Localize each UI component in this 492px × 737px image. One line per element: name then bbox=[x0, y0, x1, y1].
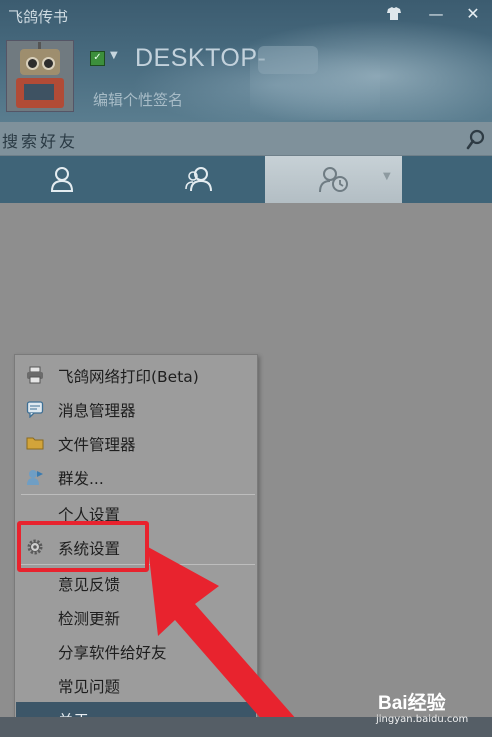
avatar[interactable] bbox=[6, 40, 74, 112]
menu-divider bbox=[21, 494, 255, 495]
menu-item-file-manager[interactable]: 文件管理器 bbox=[16, 426, 256, 460]
watermark: Bai经验 jingyan.baidu.com bbox=[374, 686, 490, 732]
menu-item-label: 意见反馈 bbox=[58, 576, 121, 594]
menu-item-label: 飞鸽网络打印(Beta) bbox=[58, 368, 199, 386]
tab-recent[interactable]: ▼ bbox=[265, 156, 402, 203]
menu-item-broadcast[interactable]: 群发... bbox=[16, 460, 256, 494]
search-bar: 搜索好友 bbox=[0, 122, 492, 156]
printer-icon bbox=[27, 366, 43, 384]
robot-body bbox=[16, 78, 64, 108]
menu-item-label: 消息管理器 bbox=[58, 402, 136, 420]
annotation-highlight-box bbox=[17, 521, 149, 572]
robot-eye bbox=[26, 57, 39, 70]
menu-item-share-software[interactable]: 分享软件给好友 bbox=[16, 634, 256, 668]
menu-item-message-manager[interactable]: 消息管理器 bbox=[16, 392, 256, 426]
menu-item-label: 分享软件给好友 bbox=[58, 644, 167, 662]
people-icon bbox=[185, 167, 212, 192]
message-icon bbox=[26, 401, 44, 418]
recent-contacts-icon bbox=[319, 167, 348, 193]
tab-bar: ▼ bbox=[0, 156, 492, 203]
app-window: 飞鸽传书 — ✕ ✓ ▼ DESKTOP- 编辑个性签名 搜索好友 ▼ 飞鸽网络… bbox=[0, 0, 492, 737]
status-dropdown-icon[interactable]: ▼ bbox=[110, 50, 118, 61]
menu-item-faq[interactable]: 常见问题 bbox=[16, 668, 256, 702]
menu-item-label: 检测更新 bbox=[58, 610, 121, 628]
robot-screen bbox=[24, 84, 54, 100]
menu-item-label: 常见问题 bbox=[58, 678, 121, 696]
username: DESKTOP- bbox=[135, 44, 267, 72]
menu-item-check-update[interactable]: 检测更新 bbox=[16, 600, 256, 634]
online-status-icon[interactable]: ✓ bbox=[90, 51, 105, 66]
chevron-down-icon[interactable]: ▼ bbox=[383, 171, 391, 182]
watermark-url: jingyan.baidu.com bbox=[376, 714, 469, 725]
menu-item-label: 文件管理器 bbox=[58, 436, 136, 454]
tab-groups[interactable] bbox=[128, 156, 264, 203]
skin-button[interactable] bbox=[381, 4, 407, 24]
search-icon[interactable] bbox=[465, 128, 487, 150]
window-header: 飞鸽传书 — ✕ ✓ ▼ DESKTOP- 编辑个性签名 bbox=[0, 0, 492, 122]
robot-head bbox=[20, 49, 60, 75]
signature-field[interactable]: 编辑个性签名 bbox=[93, 89, 183, 110]
minimize-button[interactable]: — bbox=[423, 4, 449, 24]
person-icon bbox=[50, 167, 74, 192]
username-redaction bbox=[258, 46, 318, 74]
folder-icon bbox=[26, 437, 44, 450]
close-button[interactable]: ✕ bbox=[460, 4, 486, 24]
broadcast-icon bbox=[27, 470, 43, 485]
tab-contacts[interactable] bbox=[0, 156, 126, 203]
app-title: 飞鸽传书 bbox=[8, 8, 69, 26]
search-input[interactable]: 搜索好友 bbox=[2, 128, 78, 152]
watermark-logo: Bai经验 bbox=[378, 693, 446, 714]
menu-item-label: 群发... bbox=[58, 470, 104, 488]
robot-eye bbox=[42, 57, 55, 70]
shirt-icon bbox=[387, 7, 401, 20]
menu-item-network-print[interactable]: 飞鸽网络打印(Beta) bbox=[16, 358, 256, 392]
